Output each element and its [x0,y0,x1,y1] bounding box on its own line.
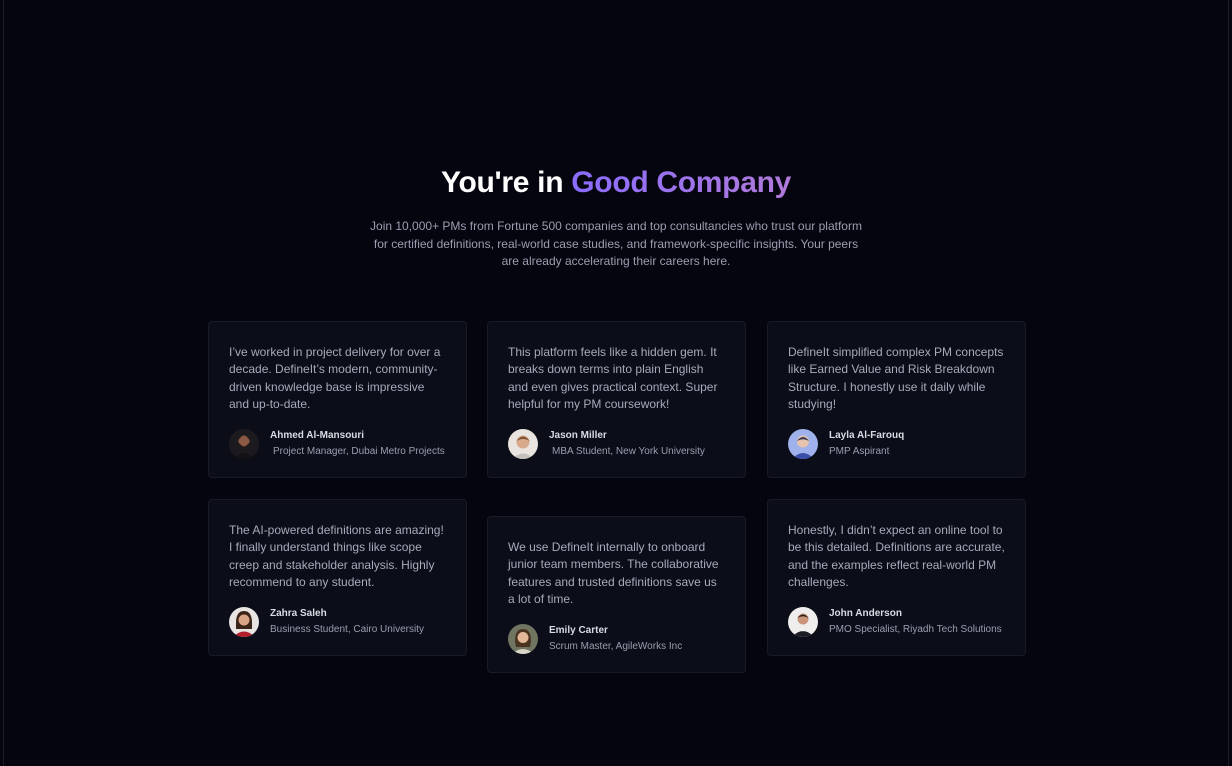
author-role: PMO Specialist, Riyadh Tech Solutions [829,623,1002,635]
author-role: Project Manager, Dubai Metro Projects [273,445,445,457]
frame-edge-right [1228,0,1229,766]
section-intro: Join 10,000+ PMs from Fortune 500 compan… [370,219,862,268]
testimonial-quote: We use DefineIt internally to onboard ju… [508,540,719,607]
author-role: MBA Student, New York University [552,445,705,457]
testimonial-quote: I’ve worked in project delivery for over… [229,345,441,412]
avatar-person-blue-icon [788,428,818,459]
author-name: Jason Miller [549,429,607,441]
author-name: Zahra Saleh [270,607,327,619]
testimonial-quote: Honestly, I didn’t expect an online tool… [788,523,1005,590]
author-info: Ahmed Al-Mansouri Project Manager, Dubai… [270,429,445,459]
section-title: You're in Good Company [0,166,1232,200]
author-name: Ahmed Al-Mansouri [270,429,365,441]
testimonial-quote: DefineIt simplified complex PM concepts … [788,345,1004,412]
testimonial-author: Emily Carter Scrum Master, AgileWorks In… [508,623,725,654]
author-info: Zahra Saleh Business Student, Cairo Univ… [270,607,424,637]
avatar-man-suit-icon [788,606,818,637]
section-title-accent: Good Company [571,166,791,199]
author-info: Jason Miller MBA Student, New York Unive… [549,429,705,459]
author-name: Layla Al-Farouq [829,429,905,441]
testimonial-author: Layla Al-Farouq PMP Aspirant [788,428,1005,459]
testimonial-card: DefineIt simplified complex PM concepts … [767,321,1026,478]
testimonial-author: Ahmed Al-Mansouri Project Manager, Dubai… [229,428,446,459]
avatar-woman-red-icon [229,606,259,637]
author-info: Layla Al-Farouq PMP Aspirant [829,429,904,459]
author-info: Emily Carter Scrum Master, AgileWorks In… [549,624,682,654]
testimonial-quote: This platform feels like a hidden gem. I… [508,345,718,412]
author-role: Scrum Master, AgileWorks Inc [549,640,683,652]
testimonial-quote: The AI-powered definitions are amazing! … [229,523,444,590]
avatar-man-light-icon [508,428,538,459]
testimonial-card: We use DefineIt internally to onboard ju… [487,516,746,673]
avatar-woman-outdoor-icon [508,623,538,654]
author-name: Emily Carter [549,624,608,636]
testimonial-card: Honestly, I didn’t expect an online tool… [767,499,1026,656]
testimonial-author: Zahra Saleh Business Student, Cairo Univ… [229,606,446,637]
frame-edge-left [3,0,4,766]
author-info: John Anderson PMO Specialist, Riyadh Tec… [829,607,1002,637]
author-name: John Anderson [829,607,902,619]
testimonial-author: John Anderson PMO Specialist, Riyadh Tec… [788,606,1005,637]
testimonial-card: This platform feels like a hidden gem. I… [487,321,746,478]
author-role: PMP Aspirant [829,445,890,457]
testimonial-card: I’ve worked in project delivery for over… [208,321,467,478]
avatar-man-beard-icon [229,428,259,459]
testimonial-author: Jason Miller MBA Student, New York Unive… [508,428,725,459]
testimonial-card: The AI-powered definitions are amazing! … [208,499,467,656]
author-role: Business Student, Cairo University [270,623,424,635]
section-title-prefix: You're in [441,166,572,199]
